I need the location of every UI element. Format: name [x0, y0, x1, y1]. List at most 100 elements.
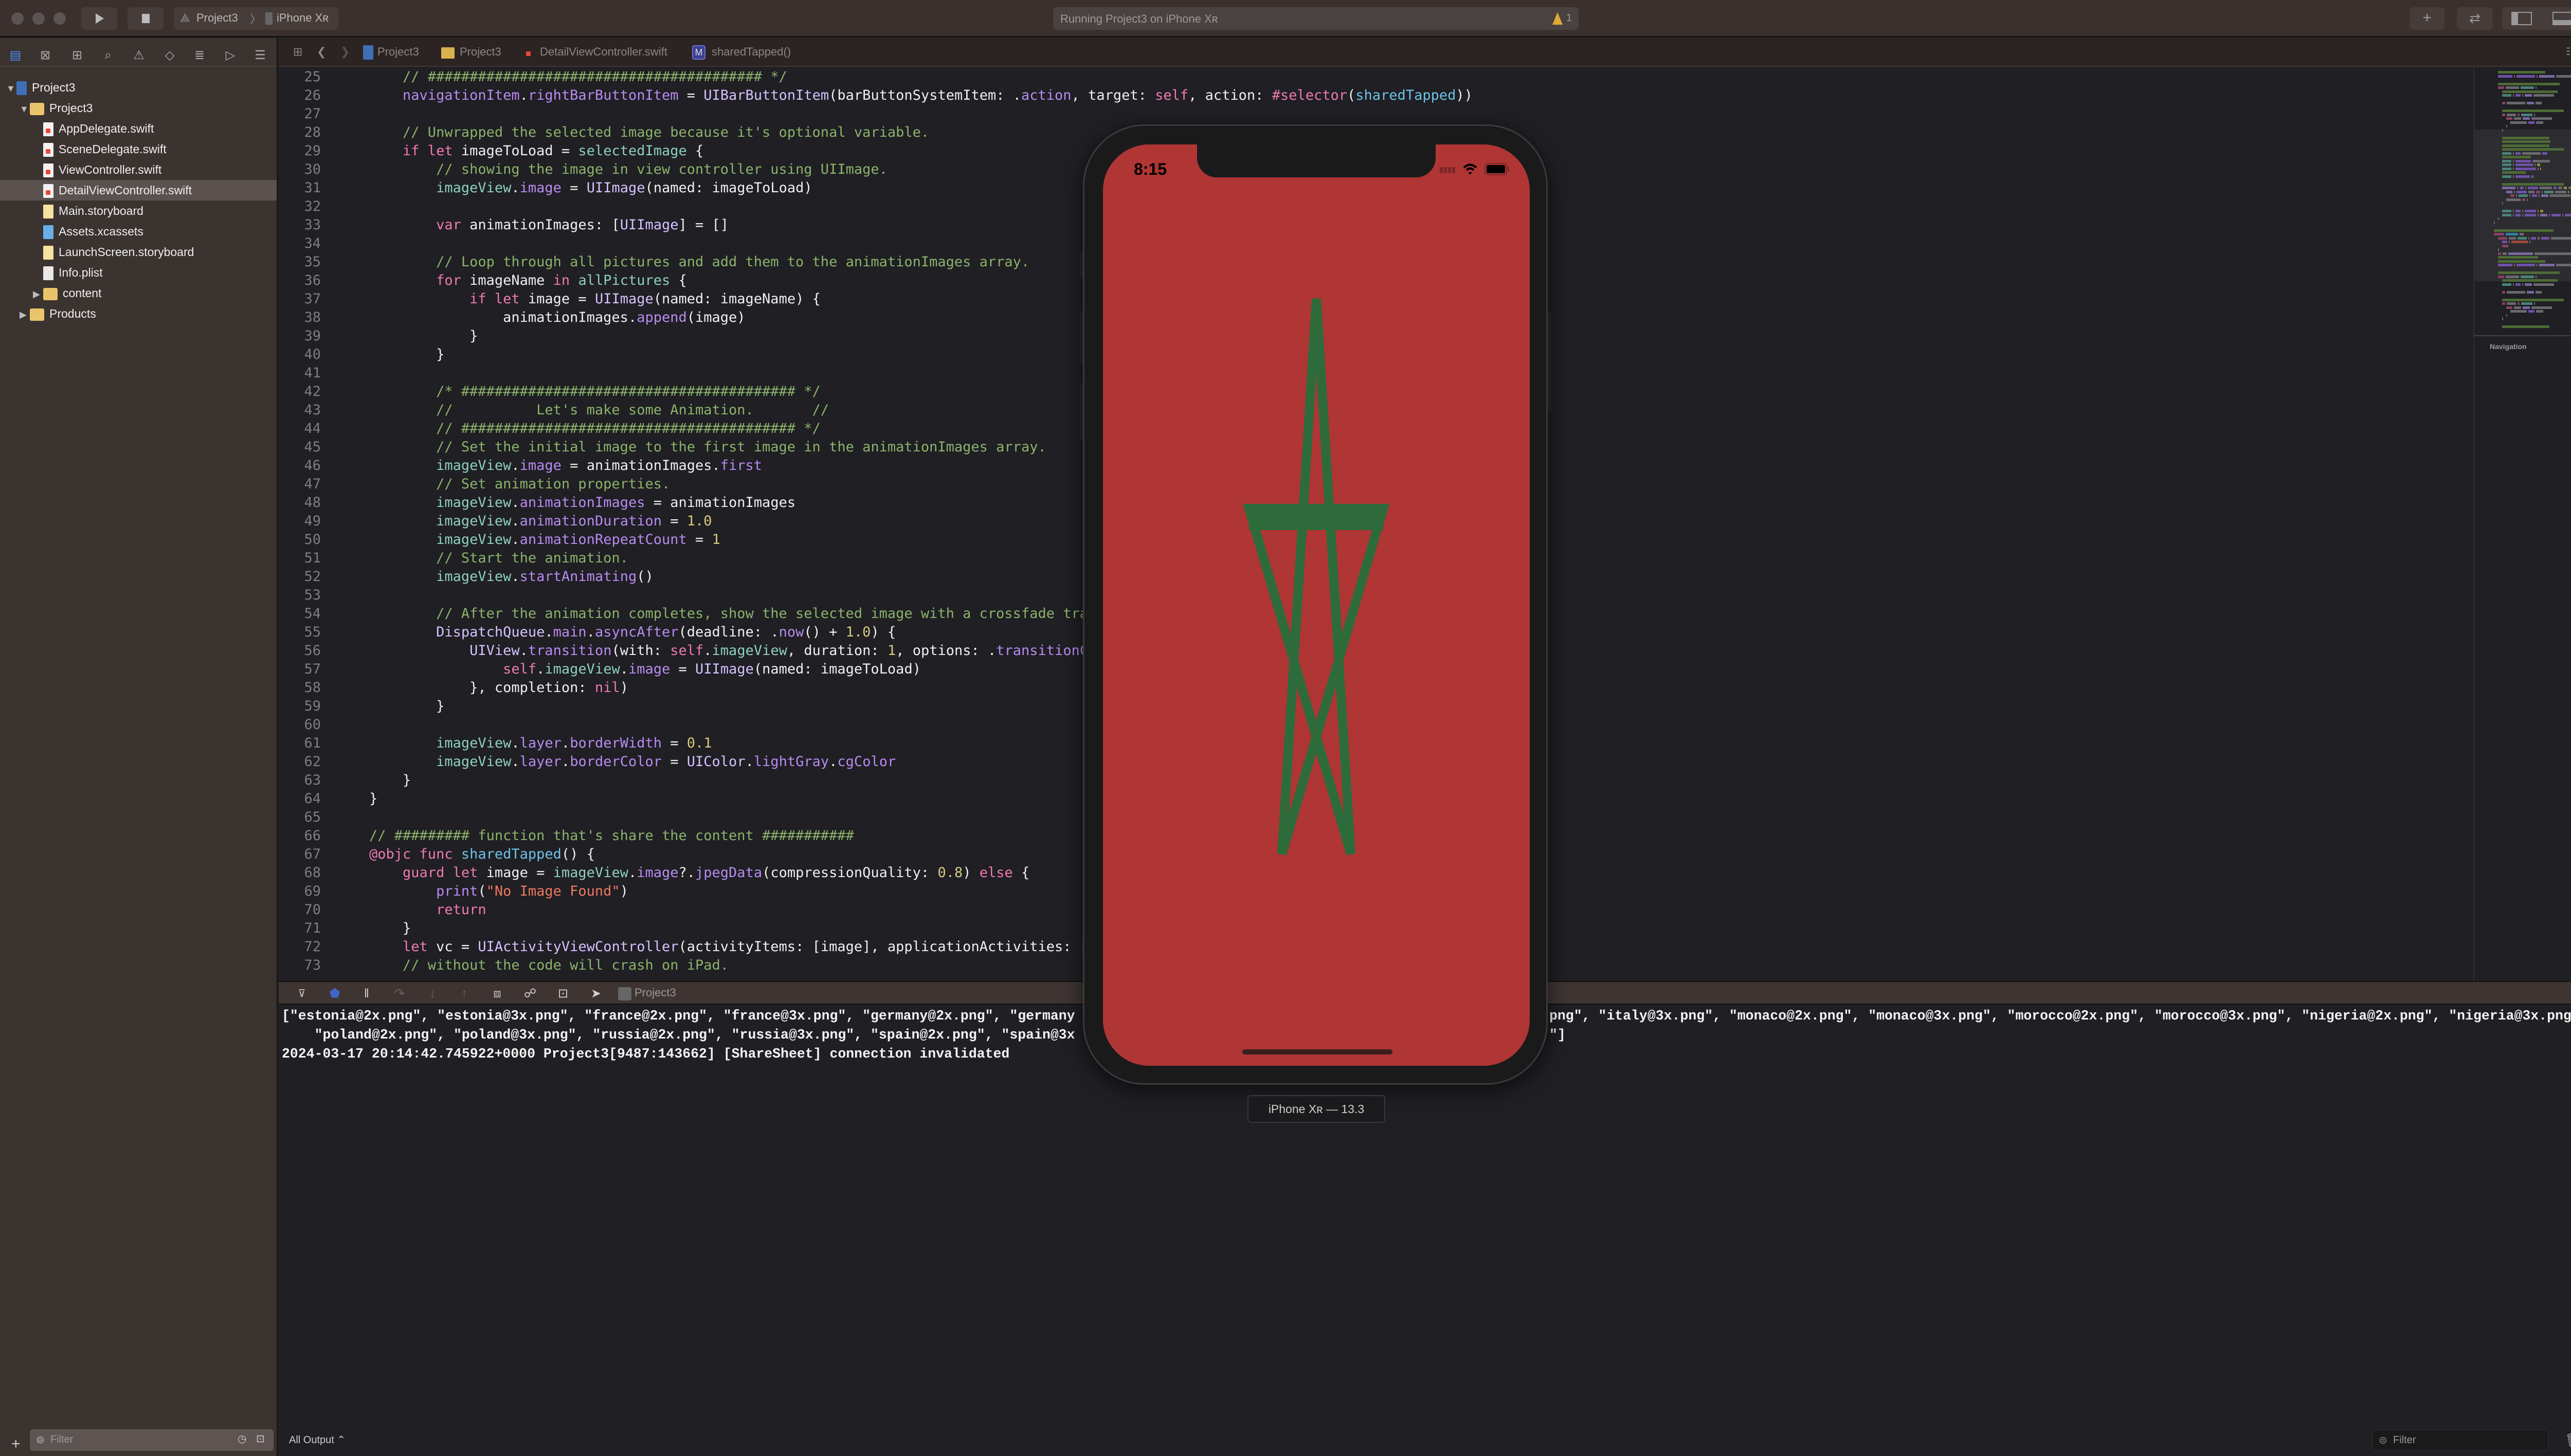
code-line[interactable]: 25 // ##################################…	[279, 68, 2473, 86]
line-number[interactable]: 52	[279, 568, 321, 586]
warning-icon[interactable]	[1552, 11, 1563, 26]
minimize-window-button[interactable]	[32, 12, 45, 25]
toggle-navigator-icon[interactable]	[2511, 12, 2532, 25]
console-filter-field[interactable]: ⊜ Filter	[2372, 1429, 2548, 1451]
simulate-location-icon[interactable]: ➤	[587, 985, 605, 1003]
disclosure-collapsed-icon[interactable]: ▶	[33, 284, 43, 304]
zoom-window-button[interactable]	[53, 12, 66, 25]
project-navigator-tab-icon[interactable]: ▤	[7, 47, 24, 64]
navigator-item-detailviewcontroller-swift[interactable]: DetailViewController.swift	[0, 180, 277, 201]
navigator-item-launchscreen-storyboard[interactable]: LaunchScreen.storyboard	[0, 242, 277, 262]
line-number[interactable]: 63	[279, 771, 321, 790]
line-number[interactable]: 62	[279, 753, 321, 771]
line-number[interactable]: 59	[279, 697, 321, 716]
report-navigator-tab-icon[interactable]: ☰	[252, 47, 268, 64]
line-number[interactable]: 45	[279, 438, 321, 457]
line-number[interactable]: 30	[279, 160, 321, 179]
breadcrumb-project[interactable]: Project3	[377, 45, 419, 59]
navigator-item-main-storyboard[interactable]: Main.storyboard	[0, 201, 277, 221]
navigator-item-scenedelegate-swift[interactable]: SceneDelegate.swift	[0, 139, 277, 159]
line-number[interactable]: 37	[279, 290, 321, 308]
line-number[interactable]: 58	[279, 679, 321, 697]
line-number[interactable]: 54	[279, 605, 321, 623]
trash-icon[interactable]: 🗑	[2565, 1432, 2571, 1448]
pause-icon[interactable]: ‖	[358, 985, 375, 1003]
recent-files-icon[interactable]: ◷	[238, 1432, 246, 1445]
line-number[interactable]: 72	[279, 938, 321, 956]
line-number[interactable]: 51	[279, 549, 321, 568]
line-number[interactable]: 61	[279, 734, 321, 753]
breadcrumb-group[interactable]: Project3	[460, 45, 501, 59]
line-number[interactable]: 28	[279, 123, 321, 142]
disclosure-expanded-icon[interactable]: ▼	[20, 99, 30, 119]
hide-debug-area-icon[interactable]: ⊽	[293, 985, 311, 1003]
debug-process-name[interactable]: Project3	[635, 986, 676, 999]
line-number[interactable]: 70	[279, 901, 321, 919]
line-number[interactable]: 34	[279, 234, 321, 253]
line-number[interactable]: 68	[279, 864, 321, 882]
line-number[interactable]: 43	[279, 401, 321, 420]
line-number[interactable]: 44	[279, 420, 321, 438]
breakpoint-navigator-tab-icon[interactable]: ▷	[222, 47, 239, 64]
line-number[interactable]: 27	[279, 105, 321, 123]
adjust-editor-options-icon[interactable]: ☷	[2566, 45, 2571, 58]
environment-overrides-icon[interactable]: ⊡	[554, 985, 572, 1003]
line-number[interactable]: 73	[279, 956, 321, 975]
line-number[interactable]: 35	[279, 253, 321, 271]
line-number[interactable]: 64	[279, 790, 321, 808]
breakpoints-toggle-icon[interactable]: ⬟	[326, 985, 343, 1003]
navigator-item-assets-xcassets[interactable]: Assets.xcassets	[0, 221, 277, 242]
line-number[interactable]: 36	[279, 271, 321, 290]
debug-navigator-tab-icon[interactable]: ≣	[191, 47, 208, 64]
back-button[interactable]: ❮	[317, 45, 326, 59]
run-button[interactable]	[81, 7, 117, 30]
scheme-selector[interactable]: ⟁ Project3 〉 iPhone Xʀ	[174, 7, 338, 30]
memory-graph-icon[interactable]: ☍	[521, 985, 539, 1003]
source-control-tab-icon[interactable]: ⊠	[37, 47, 53, 64]
line-number[interactable]: 40	[279, 345, 321, 364]
line-number[interactable]: 47	[279, 475, 321, 494]
navigator-item-products[interactable]: ▶ Products	[0, 303, 277, 324]
simulator-screen[interactable]: 8:15	[1103, 144, 1530, 1066]
line-number[interactable]: 65	[279, 808, 321, 827]
library-plus-button[interactable]: +	[2410, 7, 2445, 30]
breadcrumb-file[interactable]: DetailViewController.swift	[540, 45, 667, 59]
navigator-item-project3[interactable]: ▼ Project3	[0, 98, 277, 118]
add-file-button[interactable]: +	[11, 1435, 21, 1453]
step-into-icon[interactable]: ↓	[424, 985, 441, 1003]
line-number[interactable]: 39	[279, 327, 321, 345]
line-number[interactable]: 46	[279, 457, 321, 475]
line-number[interactable]: 49	[279, 512, 321, 531]
test-navigator-tab-icon[interactable]: ◇	[161, 47, 178, 64]
warning-count[interactable]: 1	[1566, 12, 1572, 24]
line-number[interactable]: 42	[279, 383, 321, 401]
line-number[interactable]: 69	[279, 882, 321, 901]
forward-button[interactable]: ❯	[340, 45, 350, 59]
line-number[interactable]: 53	[279, 586, 321, 605]
view-hierarchy-icon[interactable]: ⧈	[488, 985, 506, 1003]
line-number[interactable]: 57	[279, 660, 321, 679]
navigator-item-info-plist[interactable]: Info.plist	[0, 262, 277, 283]
line-number[interactable]: 32	[279, 197, 321, 216]
source-control-filter-icon[interactable]: ⊡	[256, 1432, 265, 1445]
issue-navigator-tab-icon[interactable]: ⚠	[131, 47, 147, 64]
line-number[interactable]: 29	[279, 142, 321, 160]
code-line[interactable]: 27	[279, 105, 2473, 123]
toggle-debug-area-icon[interactable]	[2552, 12, 2571, 25]
line-number[interactable]: 66	[279, 827, 321, 845]
line-number[interactable]: 41	[279, 364, 321, 383]
step-out-icon[interactable]: ↑	[456, 985, 473, 1003]
navigator-item-appdelegate-swift[interactable]: AppDelegate.swift	[0, 118, 277, 139]
line-number[interactable]: 60	[279, 716, 321, 734]
search-tab-icon[interactable]: ⌕	[100, 47, 116, 64]
code-line[interactable]: 26 navigationItem.rightBarButtonItem = U…	[279, 86, 2473, 105]
navigator-filter-field[interactable]: ⊜ Filter ◷ ⊡	[30, 1429, 274, 1451]
code-review-button[interactable]: ⇄	[2457, 7, 2493, 30]
close-window-button[interactable]	[11, 12, 24, 25]
line-number[interactable]: 48	[279, 494, 321, 512]
related-items-icon[interactable]: ⊞	[293, 45, 302, 59]
navigator-item-viewcontroller-swift[interactable]: ViewController.swift	[0, 159, 277, 180]
line-number[interactable]: 67	[279, 845, 321, 864]
line-number[interactable]: 31	[279, 179, 321, 197]
disclosure-collapsed-icon[interactable]: ▶	[20, 304, 30, 325]
